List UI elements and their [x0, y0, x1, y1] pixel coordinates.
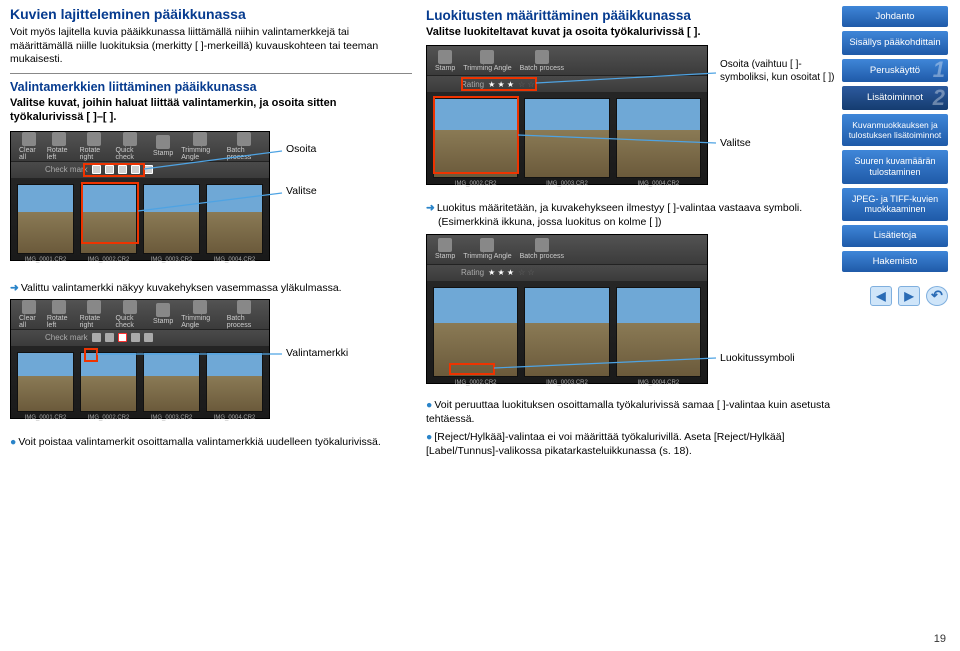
highlight-checkmarks — [83, 163, 145, 177]
toolbar-quick: Quick check — [116, 132, 145, 161]
highlight-rating-symbol — [449, 363, 495, 375]
ratings-note-cancel: ●Voit peruuttaa luokituksen osoittamalla… — [426, 398, 834, 426]
screenshot-ratings-result: Stamp Trimming Angle Batch process Ratin… — [426, 234, 708, 384]
sidebar-edit-print[interactable]: Kuvanmuokkauksen ja tulostuksen lisätoim… — [842, 114, 948, 146]
toolbar-clear: Clear all — [19, 132, 39, 161]
highlight-thumb — [81, 182, 139, 244]
page-number: 19 — [934, 633, 946, 645]
callout-valitse-rating: Valitse — [720, 137, 751, 149]
highlight-mark-corner — [84, 348, 98, 362]
thumbnail: IMG_0001.CR2 — [17, 184, 74, 254]
sidebar-intro[interactable]: Johdanto — [842, 6, 948, 27]
ratings-note-reject: ●[Reject/Hylkää]-valintaa ei voi määritt… — [426, 430, 834, 458]
sidebar-info[interactable]: Lisätietoja — [842, 225, 948, 246]
app-toolbar: Clear all Rotate left Rotate right Quick… — [11, 300, 269, 330]
toolbar-rotl: Rotate left — [47, 132, 72, 161]
highlight-rating-thumb — [433, 96, 519, 174]
ratings-subhead: Valitse luokiteltavat kuvat ja osoita ty… — [426, 25, 834, 39]
sidebar-jpeg-tiff[interactable]: JPEG- ja TIFF-kuvien muokkaaminen — [842, 188, 948, 222]
toolbar-stamp: Stamp — [153, 135, 173, 157]
heading-ratings: Luokitusten määrittäminen pääikkunassa — [426, 8, 834, 23]
highlight-rating-stars — [461, 77, 537, 91]
callout-osoita-rating: Osoita (vaihtuu [ ]-symboliksi, kun osoi… — [720, 59, 838, 84]
sidebar-toc[interactable]: Sisällys pääkohdittain — [842, 31, 948, 54]
callout-osoita: Osoita — [286, 143, 316, 155]
callout-valitse: Valitse — [286, 185, 317, 197]
sidebar-basic[interactable]: Peruskäyttö1 — [842, 59, 948, 82]
thumbnail: IMG_0003.CR2 — [143, 184, 200, 254]
marks-remove-note: ●Voit poistaa valintamerkit osoittamalla… — [10, 435, 412, 449]
sidebar-bulk-print[interactable]: Suuren kuvamäärän tulostaminen — [842, 150, 948, 184]
app-toolbar: Clear all Rotate left Rotate right Quick… — [11, 132, 269, 162]
toolbar-batch: Batch process — [227, 132, 261, 161]
intro-text: Voit myös lajitella kuvia pääikkunassa l… — [10, 26, 412, 67]
heading-sort: Kuvien lajitteleminen pääikkunassa — [10, 6, 412, 22]
callout-valintamerkki: Valintamerkki — [286, 347, 348, 359]
divider — [10, 73, 412, 74]
toolbar-rotr: Rotate right — [80, 132, 108, 161]
nav-prev[interactable]: ◀ — [870, 286, 892, 306]
nav-back[interactable]: ↶ — [926, 286, 948, 306]
marks-result: ➜Valittu valintamerkki näkyy kuvakehykse… — [10, 281, 412, 295]
screenshot-marks-select: Clear all Rotate left Rotate right Quick… — [10, 131, 270, 261]
toolbar-trim: Trimming Angle — [181, 132, 218, 161]
screenshot-marks-result: Clear all Rotate left Rotate right Quick… — [10, 299, 270, 419]
heading-marks: Valintamerkkien liittäminen pääikkunassa — [10, 80, 412, 94]
thumbnail: IMG_0004.CR2 — [206, 184, 263, 254]
marks-subhead: Valitse kuvat, joihin haluat liittää val… — [10, 96, 412, 125]
ratings-result: ➜Luokitus määritetään, ja kuvakehykseen … — [426, 201, 834, 229]
nav-next[interactable]: ▶ — [898, 286, 920, 306]
sidebar-extra[interactable]: Lisätoiminnot2 — [842, 86, 948, 109]
callout-luokitussymboli: Luokitussymboli — [720, 352, 795, 364]
sidebar-index[interactable]: Hakemisto — [842, 251, 948, 272]
screenshot-ratings-select: Stamp Trimming Angle Batch process Ratin… — [426, 45, 708, 185]
